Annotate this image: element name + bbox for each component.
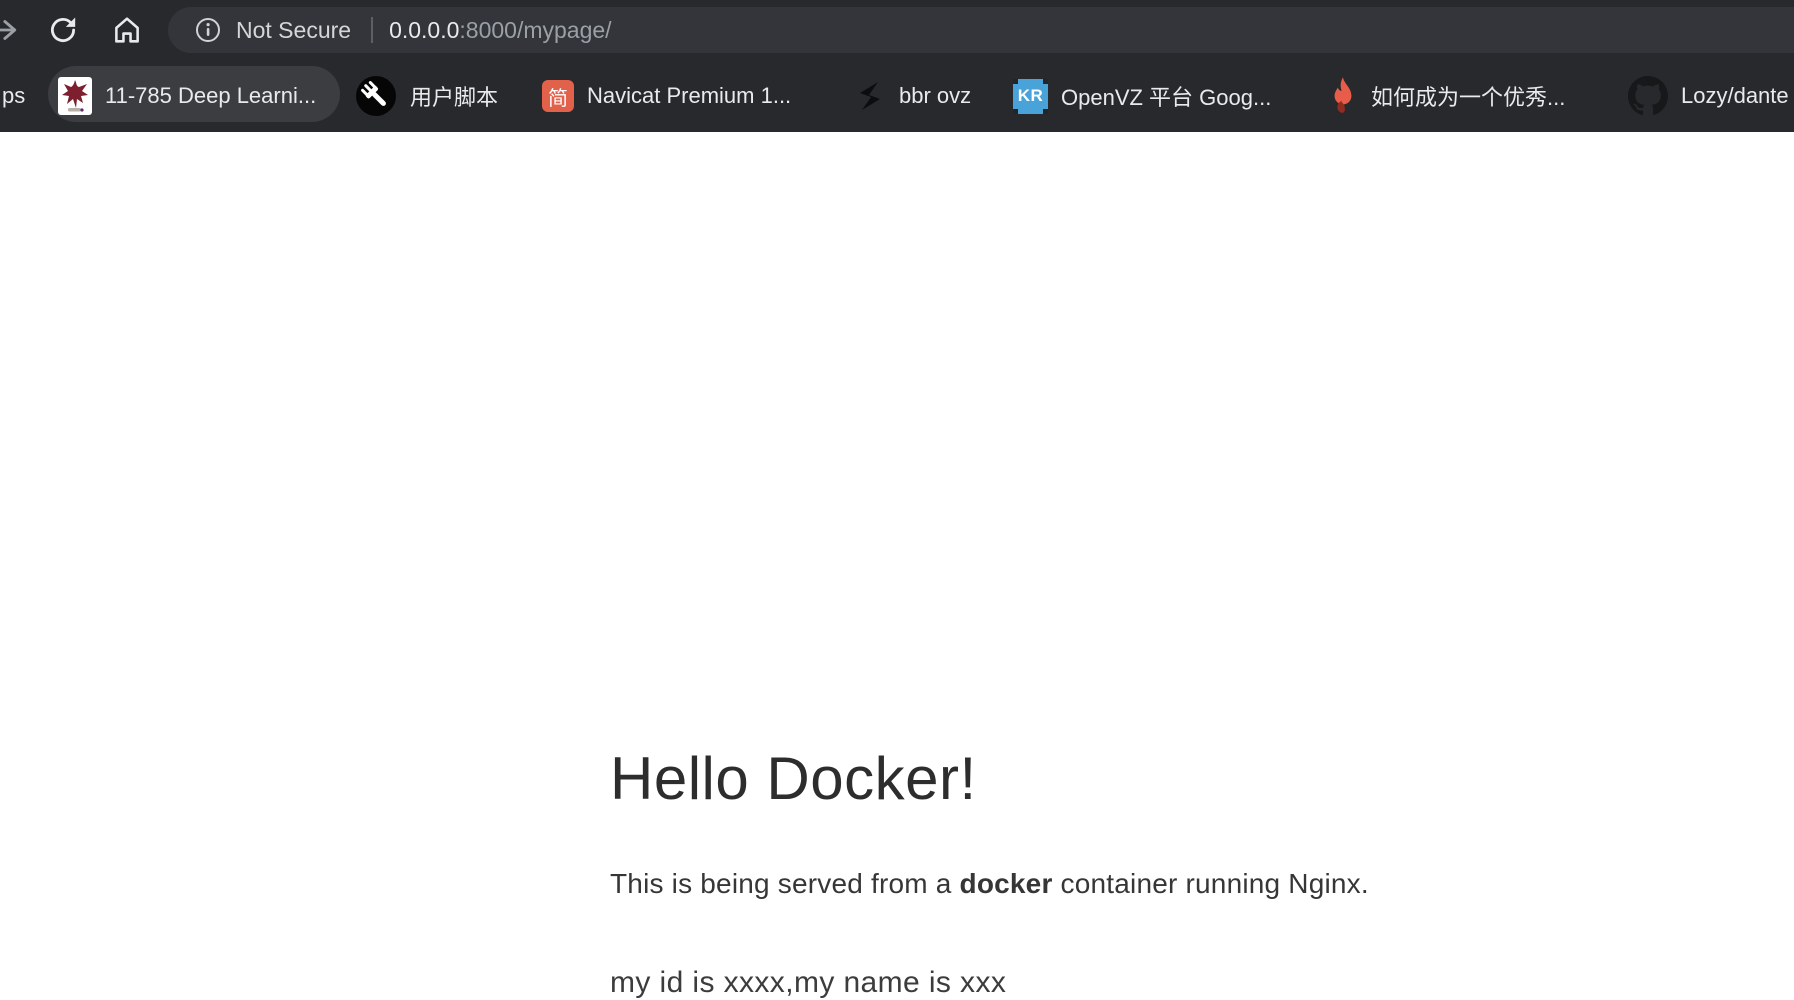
url-path: :8000/mypage/ <box>459 17 611 44</box>
github-favicon <box>1628 76 1668 116</box>
bookmark-label: Navicat Premium 1... <box>587 83 791 109</box>
black-glyph-favicon <box>850 78 886 114</box>
bookmark-label: ps <box>2 83 25 109</box>
forward-icon[interactable] <box>0 13 19 47</box>
bookmark-11785-deep-learning[interactable]: 11-785 Deep Learni... <box>58 60 316 132</box>
bookmark-lozy-dante[interactable]: Lozy/dante <box>1628 60 1789 132</box>
jianshu-favicon: 简 <box>542 80 574 112</box>
browser-chrome: Not Secure 0.0.0.0 :8000/mypage/ ps 11-7… <box>0 0 1794 132</box>
home-icon[interactable] <box>110 13 144 47</box>
cmu-phoenix-favicon <box>58 77 92 115</box>
address-bar[interactable]: Not Secure 0.0.0.0 :8000/mypage/ <box>168 7 1794 53</box>
bookmark-how-to-become-excellent[interactable]: 如何成为一个优秀... <box>1328 60 1565 132</box>
bookmark-label: Lozy/dante <box>1681 83 1789 109</box>
served-paragraph: This is being served from a docker conta… <box>610 868 1369 900</box>
info-icon[interactable] <box>194 16 222 44</box>
kr-favicon: KR <box>1013 79 1048 114</box>
bookmark-label: bbr ovz <box>899 83 971 109</box>
bookmark-bbr-ovz[interactable]: bbr ovz <box>850 60 971 132</box>
id-line: my id is xxxx,my name is xxx <box>610 966 1006 1000</box>
url-host: 0.0.0.0 <box>389 17 459 44</box>
bookmark-label: 用户脚本 <box>410 80 498 112</box>
flame-favicon <box>1328 75 1358 117</box>
security-status-label: Not Secure <box>236 17 351 44</box>
omnibox-divider <box>371 17 373 43</box>
served-paragraph-bold: docker <box>960 868 1053 899</box>
bookmarks-bar: ps 11-785 Deep Learni... <box>0 60 1794 132</box>
bookmark-label: 11-785 Deep Learni... <box>105 83 316 109</box>
served-paragraph-prefix: This is being served from a <box>610 868 960 899</box>
bookmark-openvz-platform[interactable]: KR OpenVZ 平台 Goog... <box>1013 60 1271 132</box>
bookmark-clipped-label[interactable]: ps <box>2 60 25 132</box>
web-page-content: Hello Docker! This is being served from … <box>0 132 1794 958</box>
page-title: Hello Docker! <box>610 744 977 813</box>
reload-icon[interactable] <box>46 13 80 47</box>
bookmark-label: OpenVZ 平台 Goog... <box>1061 80 1271 112</box>
bookmark-label: 如何成为一个优秀... <box>1371 80 1565 112</box>
served-paragraph-suffix: container running Nginx. <box>1053 868 1369 899</box>
greasyfork-fork-favicon <box>355 75 397 117</box>
bookmark-navicat-premium[interactable]: 简 Navicat Premium 1... <box>542 60 791 132</box>
browser-toolbar: Not Secure 0.0.0.0 :8000/mypage/ <box>0 0 1794 60</box>
bookmark-user-scripts[interactable]: 用户脚本 <box>355 60 498 132</box>
